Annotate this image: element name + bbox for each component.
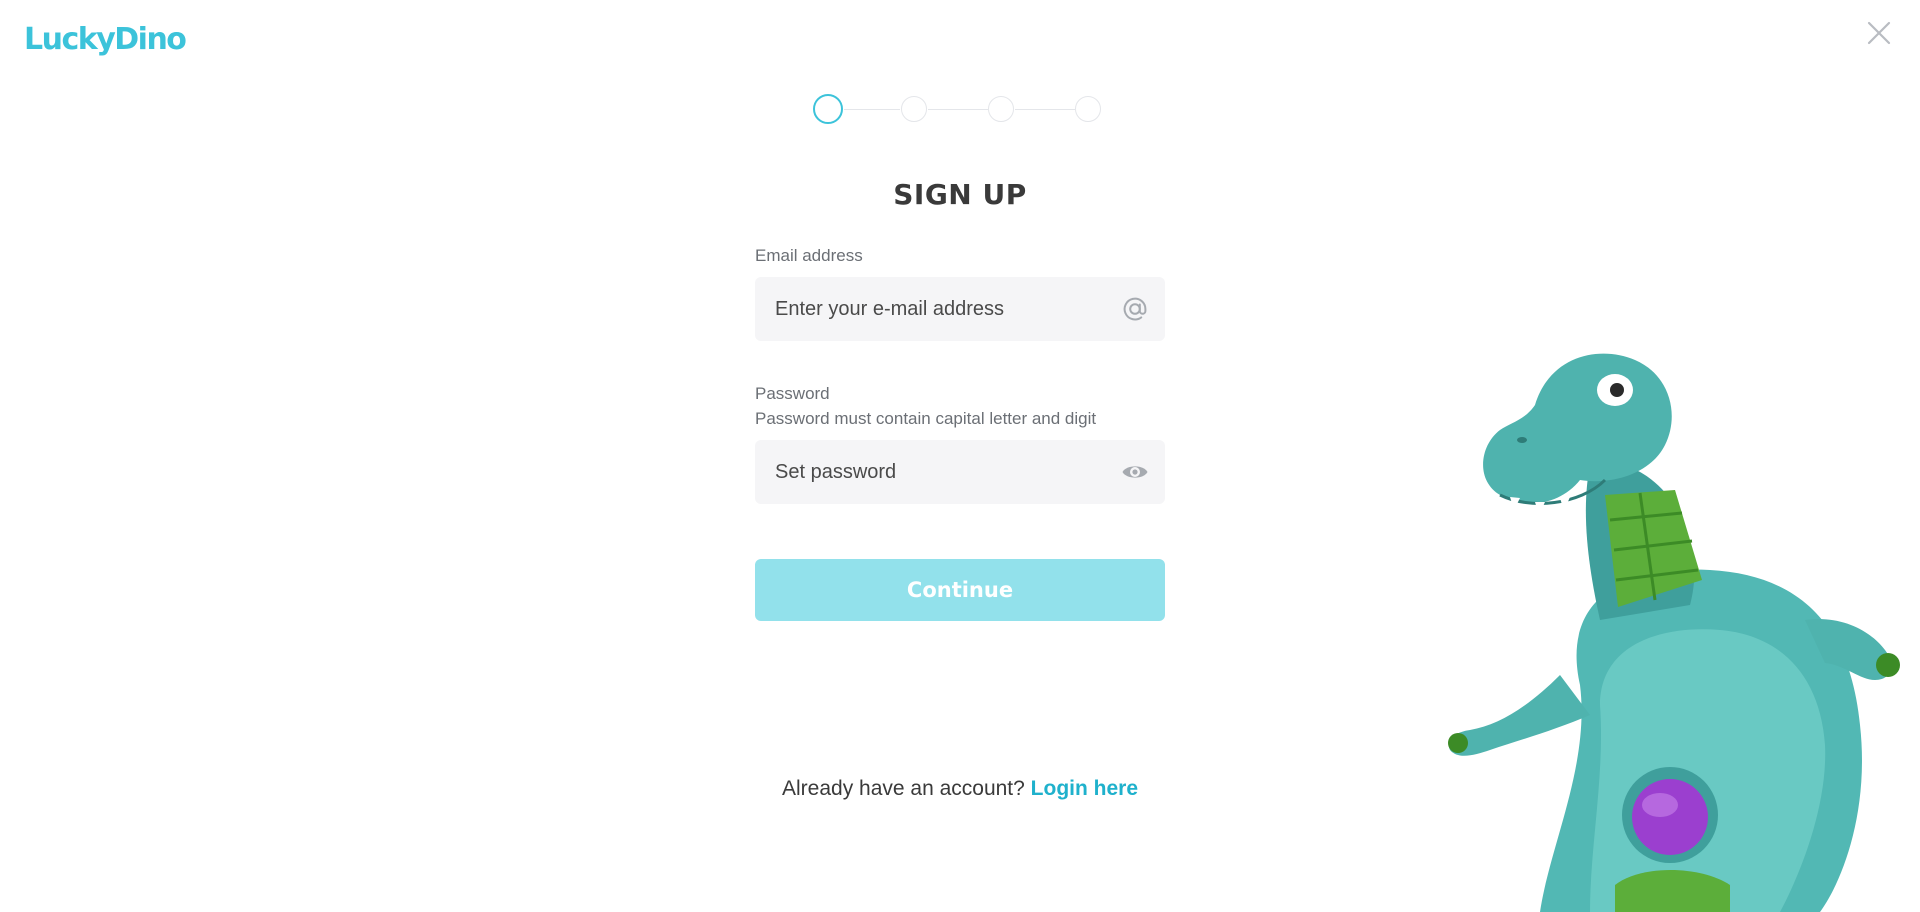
step-1 bbox=[813, 94, 843, 124]
progress-stepper bbox=[813, 94, 1107, 126]
login-link[interactable]: Login here bbox=[1031, 777, 1138, 800]
page-title: SIGN UP bbox=[893, 178, 1027, 211]
dino-mascot bbox=[1448, 353, 1900, 912]
eye-icon[interactable] bbox=[1121, 459, 1149, 485]
password-label: Password bbox=[755, 384, 830, 403]
step-2 bbox=[901, 96, 927, 122]
signup-page: LuckyDino SIGN UP Email address Password… bbox=[0, 0, 1920, 912]
step-connector bbox=[1015, 109, 1075, 110]
luckydino-logo[interactable]: LuckyDino bbox=[24, 22, 187, 57]
continue-button[interactable]: Continue bbox=[755, 559, 1165, 621]
email-field-wrapper bbox=[755, 277, 1165, 341]
step-connector bbox=[928, 109, 988, 110]
at-sign-icon bbox=[1123, 297, 1147, 321]
password-hint: Password must contain capital letter and… bbox=[755, 409, 1097, 428]
step-connector bbox=[844, 109, 900, 110]
login-prompt-text: Already have an account? bbox=[781, 777, 1025, 800]
email-field[interactable] bbox=[755, 277, 1165, 341]
close-button[interactable] bbox=[1864, 18, 1894, 48]
close-icon bbox=[1867, 21, 1891, 45]
password-field[interactable] bbox=[755, 440, 1165, 504]
step-4 bbox=[1075, 96, 1101, 122]
signup-form: Email address Password Password must con… bbox=[755, 245, 1165, 621]
step-3 bbox=[988, 96, 1014, 122]
email-label: Email address bbox=[755, 246, 863, 265]
password-field-wrapper bbox=[755, 440, 1165, 504]
